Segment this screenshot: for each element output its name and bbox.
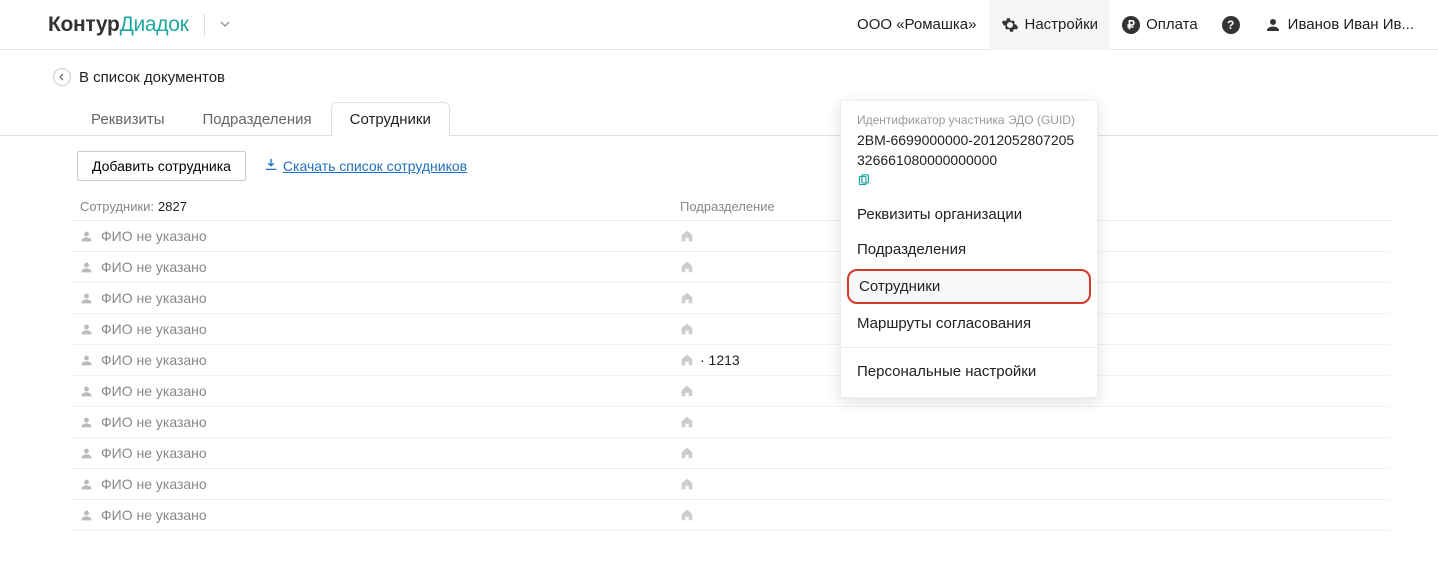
chevron-left-icon	[53, 68, 71, 86]
employee-name: ФИО не указано	[101, 507, 207, 523]
dropdown-requisites[interactable]: Реквизиты организации	[841, 197, 1097, 232]
table-row[interactable]: ФИО не указано	[72, 314, 1390, 345]
col-employees: Сотрудники: 2827	[80, 199, 680, 214]
employees-label: Сотрудники:	[80, 199, 154, 214]
dept-value: · 1213	[700, 352, 740, 368]
topbar: Контур Диадок ООО «Ромашка» Настройки ₽ …	[0, 0, 1438, 50]
logo-divider	[204, 14, 205, 36]
table-row[interactable]: ФИО не указано · 1213	[72, 345, 1390, 376]
topbar-company[interactable]: ООО «Ромашка»	[845, 0, 988, 50]
topbar-payment[interactable]: ₽ Оплата	[1110, 0, 1210, 50]
dropdown-divider	[841, 347, 1097, 348]
topbar-help[interactable]: ?	[1210, 0, 1252, 50]
gear-icon	[1001, 16, 1019, 34]
settings-label: Настройки	[1025, 16, 1099, 33]
table-row[interactable]: ФИО не указано	[72, 469, 1390, 500]
guid-text: 2BM-6699000000-2012052807205326661080000…	[857, 131, 1081, 170]
building-icon	[680, 415, 694, 429]
person-icon	[80, 230, 93, 243]
building-icon	[680, 322, 694, 336]
table-row[interactable]: ФИО не указано	[72, 376, 1390, 407]
employee-name: ФИО не указано	[101, 259, 207, 275]
download-icon	[264, 158, 278, 175]
person-icon	[80, 354, 93, 367]
user-icon	[1264, 16, 1282, 34]
employee-name: ФИО не указано	[101, 321, 207, 337]
building-icon	[680, 477, 694, 491]
table-row[interactable]: ФИО не указано	[72, 500, 1390, 531]
payment-icon: ₽	[1122, 16, 1140, 34]
copy-icon[interactable]	[857, 174, 870, 187]
dropdown-employees[interactable]: Сотрудники	[847, 269, 1091, 304]
building-icon	[680, 384, 694, 398]
table-row[interactable]: ФИО не указано	[72, 407, 1390, 438]
main-panel: Добавить сотрудника Скачать список сотру…	[72, 136, 1390, 531]
tab-requisites[interactable]: Реквизиты	[72, 102, 184, 136]
employee-name: ФИО не указано	[101, 228, 207, 244]
company-label: ООО «Ромашка»	[857, 16, 976, 33]
person-icon	[80, 261, 93, 274]
building-icon	[680, 291, 694, 305]
employee-name: ФИО не указано	[101, 383, 207, 399]
table-row[interactable]: ФИО не указано	[72, 438, 1390, 469]
add-employee-button[interactable]: Добавить сотрудника	[77, 151, 246, 181]
person-icon	[80, 416, 93, 429]
settings-dropdown: Идентификатор участника ЭДО (GUID) 2BM-6…	[840, 100, 1098, 398]
building-icon	[680, 260, 694, 274]
person-icon	[80, 385, 93, 398]
person-icon	[80, 292, 93, 305]
download-list-link[interactable]: Скачать список сотрудников	[264, 158, 467, 175]
building-icon	[680, 446, 694, 460]
download-label: Скачать список сотрудников	[283, 158, 467, 174]
person-icon	[80, 478, 93, 491]
logo-part1: Контур	[48, 13, 120, 37]
logo-part2: Диадок	[120, 13, 189, 37]
tab-departments[interactable]: Подразделения	[184, 102, 331, 136]
dropdown-departments[interactable]: Подразделения	[841, 232, 1097, 267]
employee-name: ФИО не указано	[101, 290, 207, 306]
employee-rows: ФИО не указаноФИО не указаноФИО не указа…	[72, 221, 1390, 531]
dropdown-header: Идентификатор участника ЭДО (GUID) 2BM-6…	[841, 101, 1097, 197]
building-icon	[680, 508, 694, 522]
dropdown-personal[interactable]: Персональные настройки	[841, 354, 1097, 389]
tab-employees[interactable]: Сотрудники	[331, 102, 450, 136]
chevron-down-icon[interactable]	[220, 18, 230, 32]
building-icon	[680, 229, 694, 243]
payment-label: Оплата	[1146, 16, 1198, 33]
employee-name: ФИО не указано	[101, 476, 207, 492]
person-icon	[80, 447, 93, 460]
logo[interactable]: Контур Диадок	[48, 13, 189, 37]
building-icon	[680, 353, 694, 367]
topbar-user[interactable]: Иванов Иван Ив...	[1252, 0, 1426, 50]
person-icon	[80, 509, 93, 522]
person-icon	[80, 323, 93, 336]
table-row[interactable]: ФИО не указано	[72, 221, 1390, 252]
employee-name: ФИО не указано	[101, 352, 207, 368]
employee-name: ФИО не указано	[101, 445, 207, 461]
help-icon: ?	[1222, 16, 1240, 34]
actions-row: Добавить сотрудника Скачать список сотру…	[72, 136, 1390, 193]
guid-label: Идентификатор участника ЭДО (GUID)	[857, 113, 1081, 127]
back-label: В список документов	[79, 69, 225, 86]
topbar-settings[interactable]: Настройки	[989, 0, 1111, 50]
user-label: Иванов Иван Ив...	[1288, 16, 1414, 33]
tabs: Реквизиты Подразделения Сотрудники	[0, 102, 1438, 136]
table-row[interactable]: ФИО не указано	[72, 252, 1390, 283]
employees-count: 2827	[158, 199, 187, 214]
back-link[interactable]: В список документов	[0, 50, 1438, 102]
employee-name: ФИО не указано	[101, 414, 207, 430]
guid-value: 2BM-6699000000-2012052807205326661080000…	[857, 131, 1081, 187]
dropdown-routes[interactable]: Маршруты согласования	[841, 306, 1097, 341]
table-row[interactable]: ФИО не указано	[72, 283, 1390, 314]
table-header: Сотрудники: 2827 Подразделение	[72, 193, 1390, 221]
